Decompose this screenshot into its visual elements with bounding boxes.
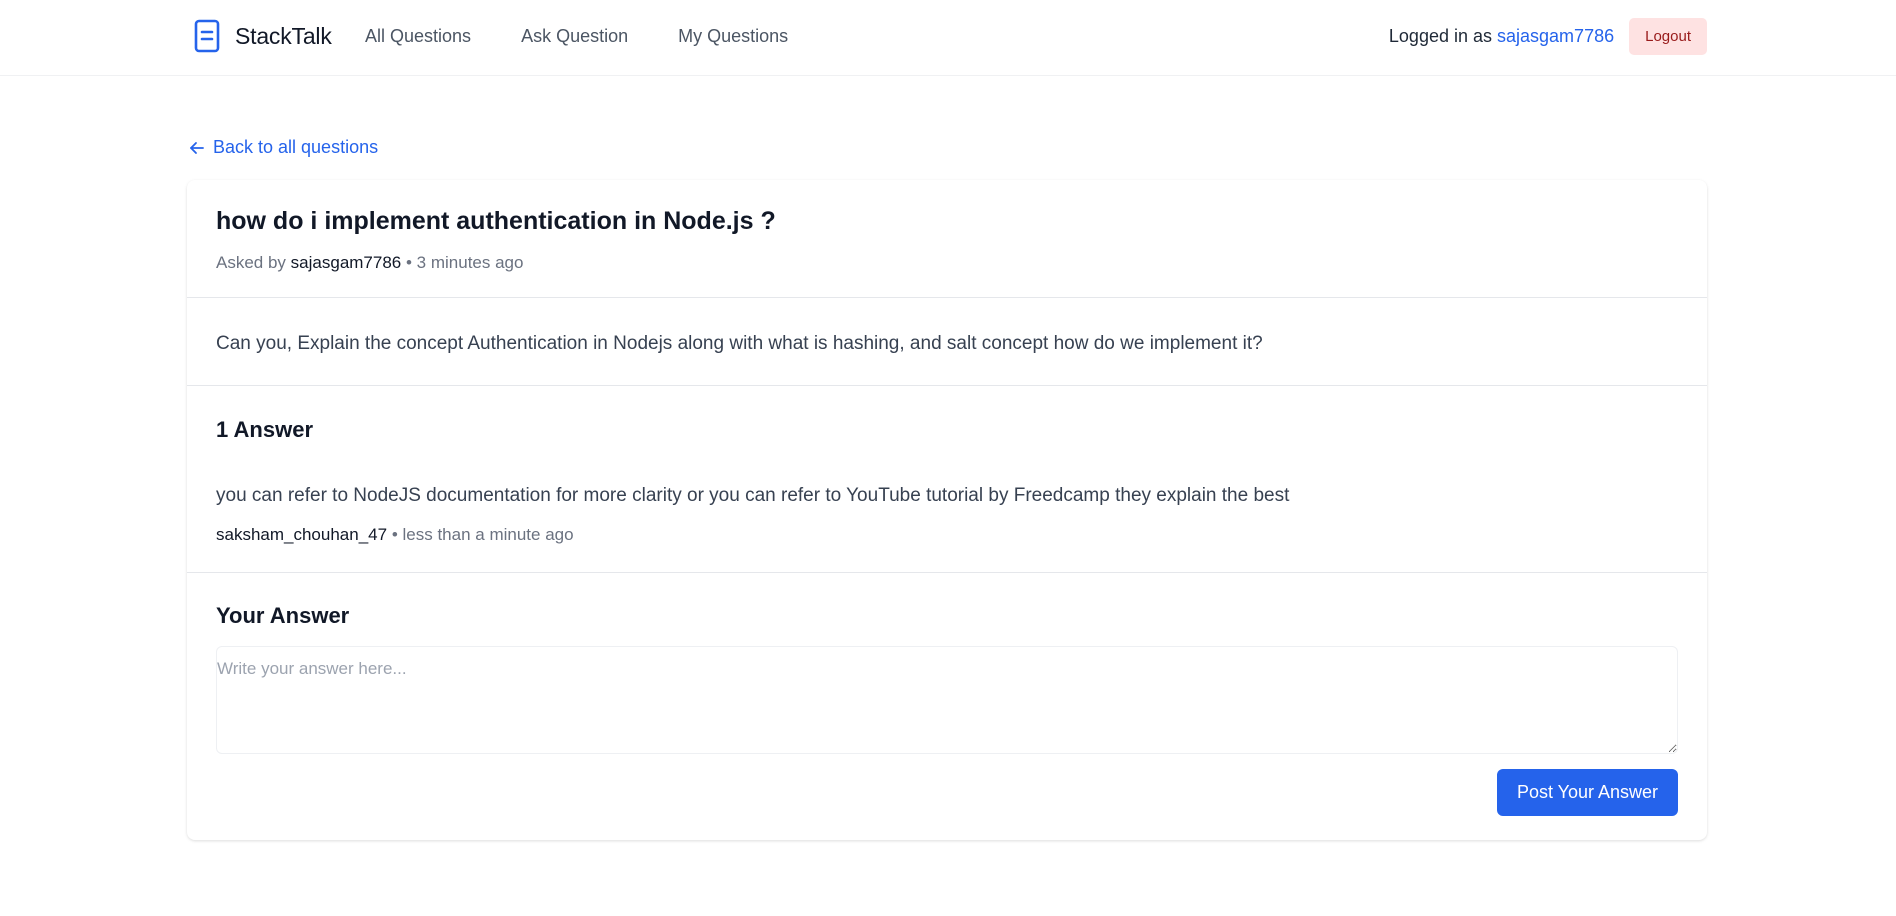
brand-name: StackTalk: [235, 22, 332, 49]
document-icon: [194, 19, 220, 53]
answers-count: 1 Answer: [216, 417, 314, 442]
question-title: how do i implement authentication in Nod…: [216, 207, 776, 235]
asked-by-prefix: Asked by: [216, 253, 286, 272]
back-link-label: Back to all questions: [213, 137, 379, 157]
nav-link-my-questions[interactable]: My Questions: [678, 26, 788, 47]
your-answer-title: Your Answer: [216, 603, 350, 628]
meta-separator: •: [391, 525, 398, 544]
post-answer-button[interactable]: Post Your Answer: [1497, 769, 1678, 816]
answer-meta: saksham_chouhan_47 • less than a minute …: [216, 525, 574, 545]
question-card: how do i implement authentication in Nod…: [187, 180, 1707, 840]
answer-body: you can refer to NodeJS documentation fo…: [216, 485, 1290, 506]
brand[interactable]: StackTalk: [193, 18, 332, 54]
divider: [187, 385, 1707, 386]
logout-button[interactable]: Logout: [1629, 17, 1707, 55]
meta-separator: •: [405, 253, 412, 272]
logged-in-prefix: Logged in as: [1388, 25, 1492, 46]
divider: [187, 297, 1707, 298]
question-body: Can you, Explain the concept Authenticat…: [216, 333, 1263, 354]
question-author: sajasgam7786: [290, 253, 402, 272]
back-to-questions-link[interactable]: Back to all questions: [187, 137, 378, 158]
nav-link-all-questions[interactable]: All Questions: [365, 26, 471, 47]
nav-links: All Questions Ask Question My Questions: [365, 26, 838, 47]
nav-link-ask-question[interactable]: Ask Question: [521, 26, 628, 47]
logged-in-status: Logged in as sajasgam7786: [1389, 26, 1614, 47]
user-area: Logged in as sajasgam7786 Logout: [1389, 17, 1707, 55]
answer-textarea[interactable]: [216, 646, 1678, 754]
question-time: 3 minutes ago: [416, 253, 524, 272]
answer-author: saksham_chouhan_47: [216, 525, 388, 544]
divider: [187, 572, 1707, 573]
top-navbar: StackTalk All Questions Ask Question My …: [0, 0, 1896, 76]
arrow-left-icon: [190, 141, 204, 154]
question-meta: Asked by sajasgam7786 • 3 minutes ago: [216, 253, 523, 273]
current-username[interactable]: sajasgam7786: [1497, 26, 1614, 46]
answer-time: less than a minute ago: [402, 525, 574, 544]
